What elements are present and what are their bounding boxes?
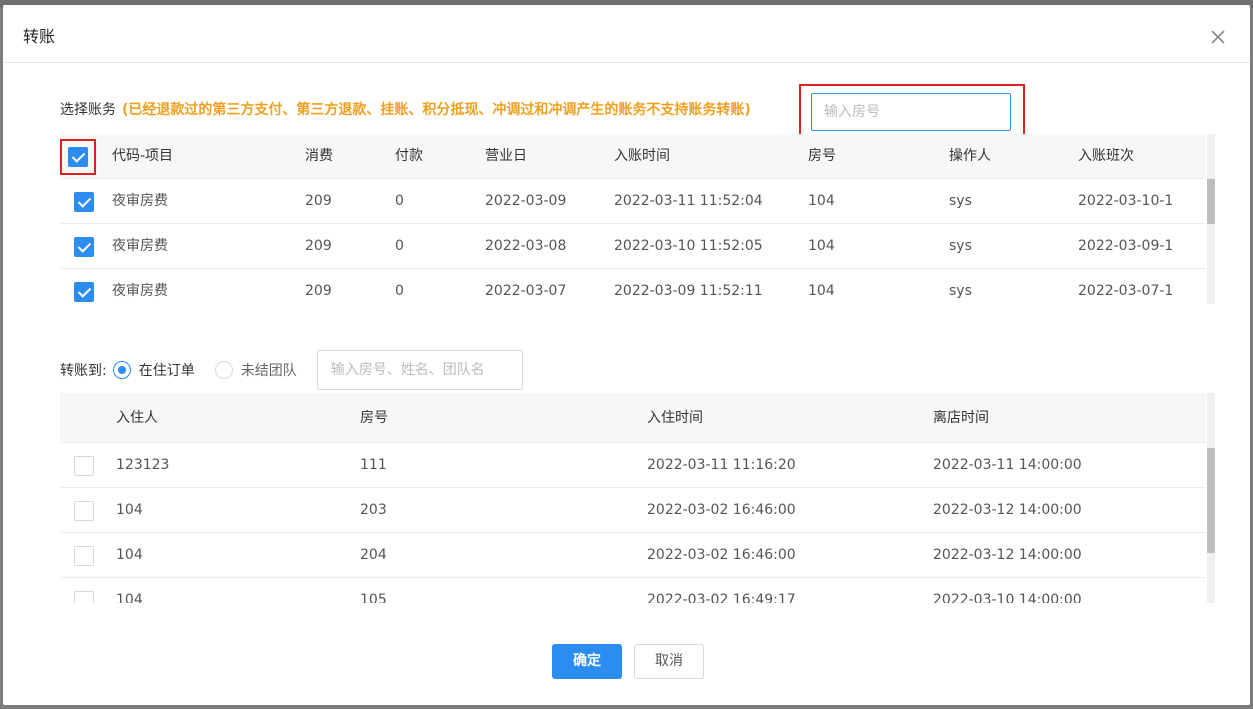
cell-item: 夜审房费 <box>112 193 168 209</box>
radio-open-groups[interactable]: 未结团队 <box>214 360 297 380</box>
table-row[interactable]: 夜审房费 209 0 2022-03-09 2022-03-11 11:52:0… <box>60 179 1206 224</box>
bills-scrollbar[interactable] <box>1207 134 1215 304</box>
cell-room: 104 <box>808 238 835 254</box>
col-consume: 消费 <box>305 148 333 164</box>
cell-shift: 2022-03-10-1 <box>1078 193 1174 209</box>
cell-pay: 0 <box>395 283 404 299</box>
guest-table: 入住人 房号 入住时间 离店时间 123123 111 2022-03-11 1… <box>60 393 1215 603</box>
cell-consume: 209 <box>305 193 332 209</box>
cell-biz-day: 2022-03-07 <box>485 283 567 299</box>
row-checkbox[interactable] <box>74 546 94 566</box>
cell-room: 203 <box>360 502 387 518</box>
cell-guest: 104 <box>116 502 143 518</box>
cancel-button[interactable]: 取消 <box>634 644 704 679</box>
cell-post-time: 2022-03-10 11:52:05 <box>614 238 763 254</box>
cell-checkin: 2022-03-02 16:46:00 <box>647 547 796 563</box>
cell-room: 105 <box>360 592 387 603</box>
table-row[interactable]: 123123 111 2022-03-11 11:16:20 2022-03-1… <box>60 443 1206 488</box>
cell-room: 204 <box>360 547 387 563</box>
cell-checkin: 2022-03-02 16:46:00 <box>647 502 796 518</box>
radio-label: 在住订单 <box>138 363 195 379</box>
cell-consume: 209 <box>305 238 332 254</box>
radio-button[interactable] <box>214 361 233 379</box>
col-post-time: 入账时间 <box>614 148 670 164</box>
cell-guest: 123123 <box>116 457 170 473</box>
cell-item: 夜审房费 <box>112 238 168 254</box>
cell-checkout: 2022-03-11 14:00:00 <box>933 457 1082 473</box>
room-search-highlight <box>799 84 1025 140</box>
dialog-header: 转账 <box>3 5 1250 63</box>
col-pay: 付款 <box>395 148 423 164</box>
cell-shift: 2022-03-09-1 <box>1078 238 1174 254</box>
col-operator: 操作人 <box>949 148 991 164</box>
row-checkbox[interactable] <box>74 192 94 212</box>
cell-operator: sys <box>949 193 972 209</box>
cell-room: 111 <box>360 457 387 473</box>
cell-pay: 0 <box>395 238 404 254</box>
cell-shift: 2022-03-07-1 <box>1078 283 1174 299</box>
bills-scrollbar-thumb[interactable] <box>1207 179 1215 224</box>
cell-guest: 104 <box>116 547 143 563</box>
radio-button[interactable] <box>112 361 131 379</box>
col-checkin: 入住时间 <box>647 410 703 426</box>
select-bills-label: 选择账务 <box>60 102 116 118</box>
cell-checkout: 2022-03-12 14:00:00 <box>933 502 1082 518</box>
cell-biz-day: 2022-03-08 <box>485 238 567 254</box>
col-room: 房号 <box>360 410 388 426</box>
row-checkbox[interactable] <box>74 591 94 603</box>
close-button[interactable] <box>1208 27 1228 47</box>
guest-scrollbar-thumb[interactable] <box>1207 448 1215 553</box>
table-row[interactable]: 104 204 2022-03-02 16:46:00 2022-03-12 1… <box>60 533 1206 578</box>
close-icon <box>1211 30 1225 44</box>
select-bills-note: (已经退款过的第三方支付、第三方退款、挂账、积分抵现、冲调过和冲调产生的账务不支… <box>122 102 751 118</box>
select-all-checkbox[interactable] <box>68 147 88 167</box>
confirm-button[interactable]: 确定 <box>552 644 622 679</box>
transfer-dialog: 转账 选择账务 (已经退款过的第三方支付、第三方退款、挂账、积分抵现、冲调过和冲… <box>3 5 1250 705</box>
row-checkbox[interactable] <box>74 237 94 257</box>
guest-table-header: 入住人 房号 入住时间 离店时间 <box>60 393 1206 443</box>
cell-checkout: 2022-03-12 14:00:00 <box>933 547 1082 563</box>
cell-item: 夜审房费 <box>112 283 168 299</box>
row-checkbox[interactable] <box>74 456 94 476</box>
bills-table-header: 代码-项目 消费 付款 营业日 入账时间 房号 操作人 入账班次 <box>60 134 1206 179</box>
col-checkout: 离店时间 <box>933 410 989 426</box>
table-row[interactable]: 104 105 2022-03-02 16:49:17 2022-03-10 1… <box>60 578 1206 603</box>
dialog-footer: 确定 取消 <box>3 644 1250 680</box>
transfer-to-label: 转账到: <box>60 363 107 379</box>
guest-search-input[interactable] <box>316 350 523 390</box>
room-search-input[interactable] <box>811 93 1011 131</box>
cell-checkout: 2022-03-10 14:00:00 <box>933 592 1082 603</box>
cell-checkin: 2022-03-02 16:49:17 <box>647 592 796 603</box>
col-guest: 入住人 <box>116 410 158 426</box>
cell-consume: 209 <box>305 283 332 299</box>
cell-biz-day: 2022-03-09 <box>485 193 567 209</box>
cell-post-time: 2022-03-11 11:52:04 <box>614 193 763 209</box>
radio-in-house-orders[interactable]: 在住订单 <box>112 360 195 380</box>
table-row[interactable]: 104 203 2022-03-02 16:46:00 2022-03-12 1… <box>60 488 1206 533</box>
cell-checkin: 2022-03-11 11:16:20 <box>647 457 796 473</box>
bills-table: 代码-项目 消费 付款 营业日 入账时间 房号 操作人 入账班次 夜审房费 20… <box>60 134 1215 304</box>
row-checkbox[interactable] <box>74 282 94 302</box>
col-room: 房号 <box>808 148 836 164</box>
cell-post-time: 2022-03-09 11:52:11 <box>614 283 763 299</box>
cell-pay: 0 <box>395 193 404 209</box>
col-item: 代码-项目 <box>112 148 174 164</box>
row-checkbox[interactable] <box>74 501 94 521</box>
radio-label: 未结团队 <box>240 363 297 379</box>
col-biz-day: 营业日 <box>485 148 527 164</box>
dialog-title: 转账 <box>23 27 56 46</box>
cell-guest: 104 <box>116 592 143 603</box>
table-row[interactable]: 夜审房费 209 0 2022-03-07 2022-03-09 11:52:1… <box>60 269 1206 304</box>
cell-room: 104 <box>808 193 835 209</box>
table-row[interactable]: 夜审房费 209 0 2022-03-08 2022-03-10 11:52:0… <box>60 224 1206 269</box>
cell-room: 104 <box>808 283 835 299</box>
cell-operator: sys <box>949 283 972 299</box>
guest-scrollbar[interactable] <box>1207 393 1215 603</box>
col-shift: 入账班次 <box>1078 148 1134 164</box>
select-bills-row: 选择账务 (已经退款过的第三方支付、第三方退款、挂账、积分抵现、冲调过和冲调产生… <box>60 89 751 129</box>
transfer-to-row: 转账到: 在住订单 未结团队 <box>60 350 523 390</box>
cell-operator: sys <box>949 238 972 254</box>
